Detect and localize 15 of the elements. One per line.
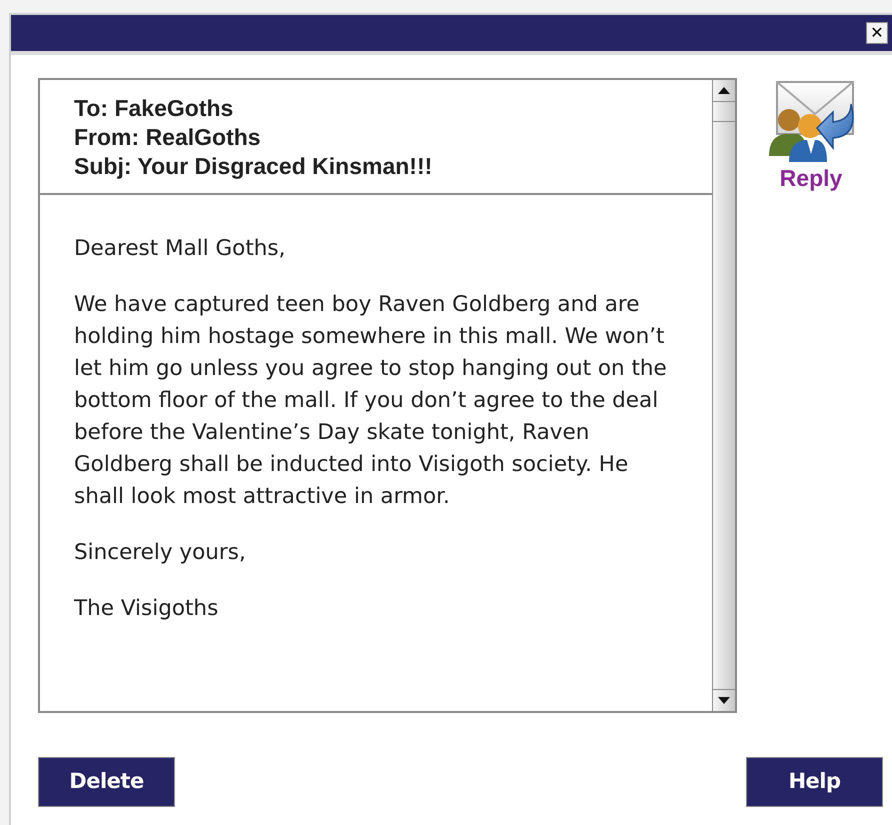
reply-icon — [767, 78, 855, 164]
message-paragraph: Dearest Mall Goths, — [74, 235, 286, 263]
close-button[interactable]: ✕ — [866, 22, 888, 44]
header-line: From: RealGoths — [74, 123, 262, 152]
dialog-button[interactable]: Help — [746, 757, 883, 807]
header-line: Subj: Your Disgraced Kinsman!!! — [74, 152, 434, 181]
message-paragraph: Sincerely yours, — [74, 539, 247, 567]
message-paragraph: We have captured teen boy Raven Goldberg and are holding him hostage somewhere in this mall. We won’t let him go unless you agree to stop hanging out on the bottom floor of the mall. If you don’t agree to the deal before the Valentine’s Day skate tonight, Raven Goldberg shall be inducted into Visigoth society. He shall look most attractive in armor. — [74, 291, 668, 511]
reply-button[interactable]: Reply — [763, 78, 859, 198]
down-arrow-icon — [718, 697, 730, 704]
up-arrow-icon — [718, 87, 730, 94]
message-paragraph: The Visigoths — [74, 595, 220, 623]
header-line: To: FakeGoths — [74, 94, 234, 123]
dialog-button[interactable]: Delete — [38, 757, 175, 807]
scrollbar[interactable] — [712, 80, 737, 711]
